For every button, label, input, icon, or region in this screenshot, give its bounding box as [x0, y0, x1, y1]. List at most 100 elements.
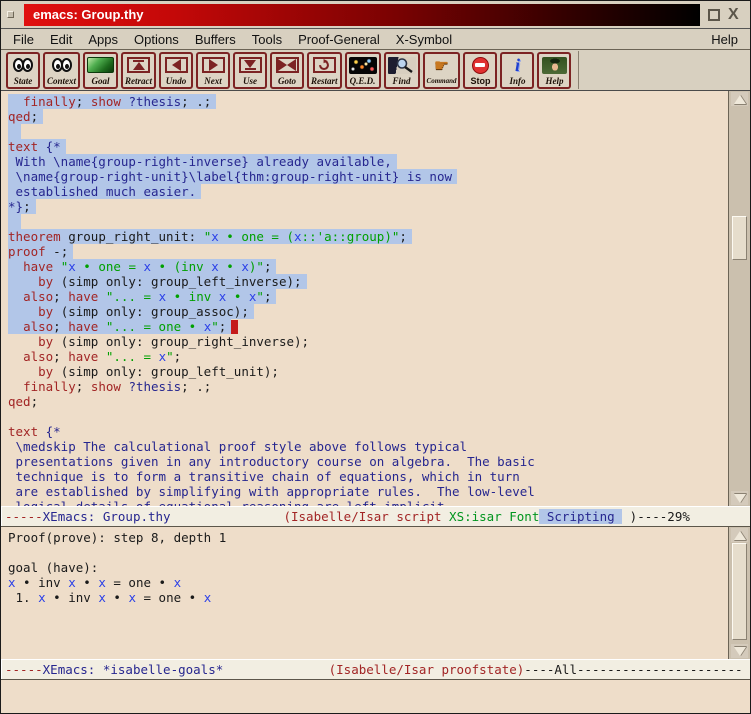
code-line[interactable]: technique is to form a transitive chain …: [8, 469, 728, 484]
help-button[interactable]: Help: [537, 52, 571, 89]
source-scrollbar[interactable]: [728, 91, 750, 506]
code-line[interactable]: also; have "... = x";: [8, 349, 728, 364]
close-button[interactable]: X: [728, 9, 739, 21]
token: x: [159, 289, 167, 304]
code-line[interactable]: also; have "... = x • inv x • x";: [8, 289, 728, 304]
goal-button[interactable]: Goal: [83, 52, 118, 89]
token: [8, 289, 23, 304]
token: ; .;: [181, 94, 211, 109]
menu-buffers[interactable]: Buffers: [187, 32, 244, 47]
modeline-segment: XEmacs: *isabelle-goals*: [43, 662, 224, 677]
code-line[interactable]: x • inv x • x = one • x: [8, 575, 728, 590]
eyes-icon: [53, 58, 71, 72]
code-line[interactable]: finally; show ?thesis; .;: [8, 379, 728, 394]
token: ;: [31, 109, 39, 124]
code-line[interactable]: by (simp only: group_assoc);: [8, 304, 728, 319]
code-line[interactable]: proof -;: [8, 244, 728, 259]
menu-apps[interactable]: Apps: [80, 32, 126, 47]
scroll-down-arrow-icon[interactable]: [731, 491, 748, 505]
code-line[interactable]: by (simp only: group_left_inverse);: [8, 274, 728, 289]
token: x: [128, 590, 136, 605]
token: group_right_unit:: [61, 229, 204, 244]
scroll-up-arrow-icon[interactable]: [731, 92, 748, 106]
retract-button[interactable]: Retract: [121, 52, 156, 89]
goals-scrollbar-thumb[interactable]: [732, 543, 747, 640]
info-button[interactable]: i Info: [500, 52, 534, 89]
code-line[interactable]: [8, 545, 728, 560]
source-scrollbar-thumb[interactable]: [732, 216, 747, 260]
code-line[interactable]: by (simp only: group_right_inverse);: [8, 334, 728, 349]
qed-button[interactable]: Q.E.D.: [345, 52, 381, 89]
code-line[interactable]: [8, 409, 728, 424]
modeline-segment: -----: [5, 662, 43, 677]
minibuffer[interactable]: [1, 680, 750, 714]
code-line[interactable]: presentations given in any introductory …: [8, 454, 728, 469]
processed-region-segment: [8, 124, 21, 139]
stop-button[interactable]: Stop: [463, 52, 497, 89]
goals-modeline[interactable]: -----XEmacs: *isabelle-goals* (Isabelle/…: [1, 659, 750, 680]
token: are established by simplifying with appr…: [8, 484, 535, 499]
code-line[interactable]: by (simp only: group_left_unit);: [8, 364, 728, 379]
menu-file[interactable]: File: [5, 32, 42, 47]
restart-button[interactable]: Restart: [307, 52, 342, 89]
code-line[interactable]: theorem group_right_unit: "x • one = (x:…: [8, 229, 728, 244]
window-menu-icon[interactable]: [7, 11, 14, 18]
code-line[interactable]: logical details of equational reasoning …: [8, 499, 728, 506]
code-line[interactable]: finally; show ?thesis; .;: [8, 94, 728, 109]
code-line[interactable]: goal (have):: [8, 560, 728, 575]
scroll-down-arrow-icon[interactable]: [731, 644, 748, 658]
line-segment: qed;: [8, 394, 38, 409]
code-line[interactable]: \name{group-right-unit}\label{thm:group-…: [8, 169, 728, 184]
code-line[interactable]: qed;: [8, 394, 728, 409]
menu-edit[interactable]: Edit: [42, 32, 80, 47]
use-button[interactable]: Use: [233, 52, 267, 89]
token: (simp only: group_left_unit);: [53, 364, 279, 379]
code-line[interactable]: established much easier.: [8, 184, 728, 199]
token: ;: [76, 94, 91, 109]
code-line[interactable]: text {*: [8, 424, 728, 439]
code-line[interactable]: [8, 214, 728, 229]
title-bar[interactable]: emacs: Group.thy X: [1, 1, 750, 29]
code-line[interactable]: \medskip The calculational proof style a…: [8, 439, 728, 454]
code-line[interactable]: have "x • one = x • (inv x • x)";: [8, 259, 728, 274]
find-button[interactable]: Find: [384, 52, 420, 89]
token: x: [211, 259, 219, 274]
token: x: [294, 229, 302, 244]
menu-options[interactable]: Options: [126, 32, 187, 47]
help-button-label: Help: [545, 76, 563, 87]
code-line[interactable]: qed;: [8, 109, 728, 124]
context-button[interactable]: Context: [43, 52, 80, 89]
code-line[interactable]: 1. x • inv x • x = one • x: [8, 590, 728, 605]
state-button[interactable]: State: [6, 52, 40, 89]
processed-region-segment: have "x • one = x • (inv x • x)";: [8, 259, 276, 274]
next-button[interactable]: Next: [196, 52, 230, 89]
menu-x-symbol[interactable]: X-Symbol: [388, 32, 460, 47]
menu-proof-general[interactable]: Proof-General: [290, 32, 388, 47]
source-modeline[interactable]: -----XEmacs: Group.thy (Isabelle/Isar sc…: [1, 506, 750, 527]
token: "... =: [106, 289, 159, 304]
code-line[interactable]: [8, 124, 728, 139]
goto-button[interactable]: Goto: [270, 52, 304, 89]
token: text: [8, 139, 38, 154]
goals-scrollbar[interactable]: [728, 527, 750, 659]
processed-region-segment: by (simp only: group_left_inverse);: [8, 274, 307, 289]
code-line[interactable]: With \name{group-right-inverse} already …: [8, 154, 728, 169]
goto-arrows-icon: [276, 57, 299, 73]
menu-help[interactable]: Help: [703, 32, 746, 47]
scroll-up-arrow-icon[interactable]: [731, 528, 748, 542]
token: [98, 349, 106, 364]
find-button-label: Find: [393, 76, 411, 87]
source-buffer[interactable]: finally; show ?thesis; .;qed; text {* Wi…: [1, 91, 728, 506]
qed-button-label: Q.E.D.: [350, 76, 376, 87]
code-line[interactable]: Proof(prove): step 8, depth 1: [8, 530, 728, 545]
code-line[interactable]: also; have "... = one • x";: [8, 319, 728, 334]
goals-buffer[interactable]: Proof(prove): step 8, depth 1 goal (have)…: [1, 527, 728, 659]
code-line[interactable]: are established by simplifying with appr…: [8, 484, 728, 499]
token: [8, 349, 23, 364]
code-line[interactable]: *};: [8, 199, 728, 214]
code-line[interactable]: text {*: [8, 139, 728, 154]
undo-button[interactable]: Undo: [159, 52, 193, 89]
menu-tools[interactable]: Tools: [244, 32, 290, 47]
command-button[interactable]: ☛ Command: [423, 52, 461, 89]
maximize-button[interactable]: [708, 9, 720, 21]
